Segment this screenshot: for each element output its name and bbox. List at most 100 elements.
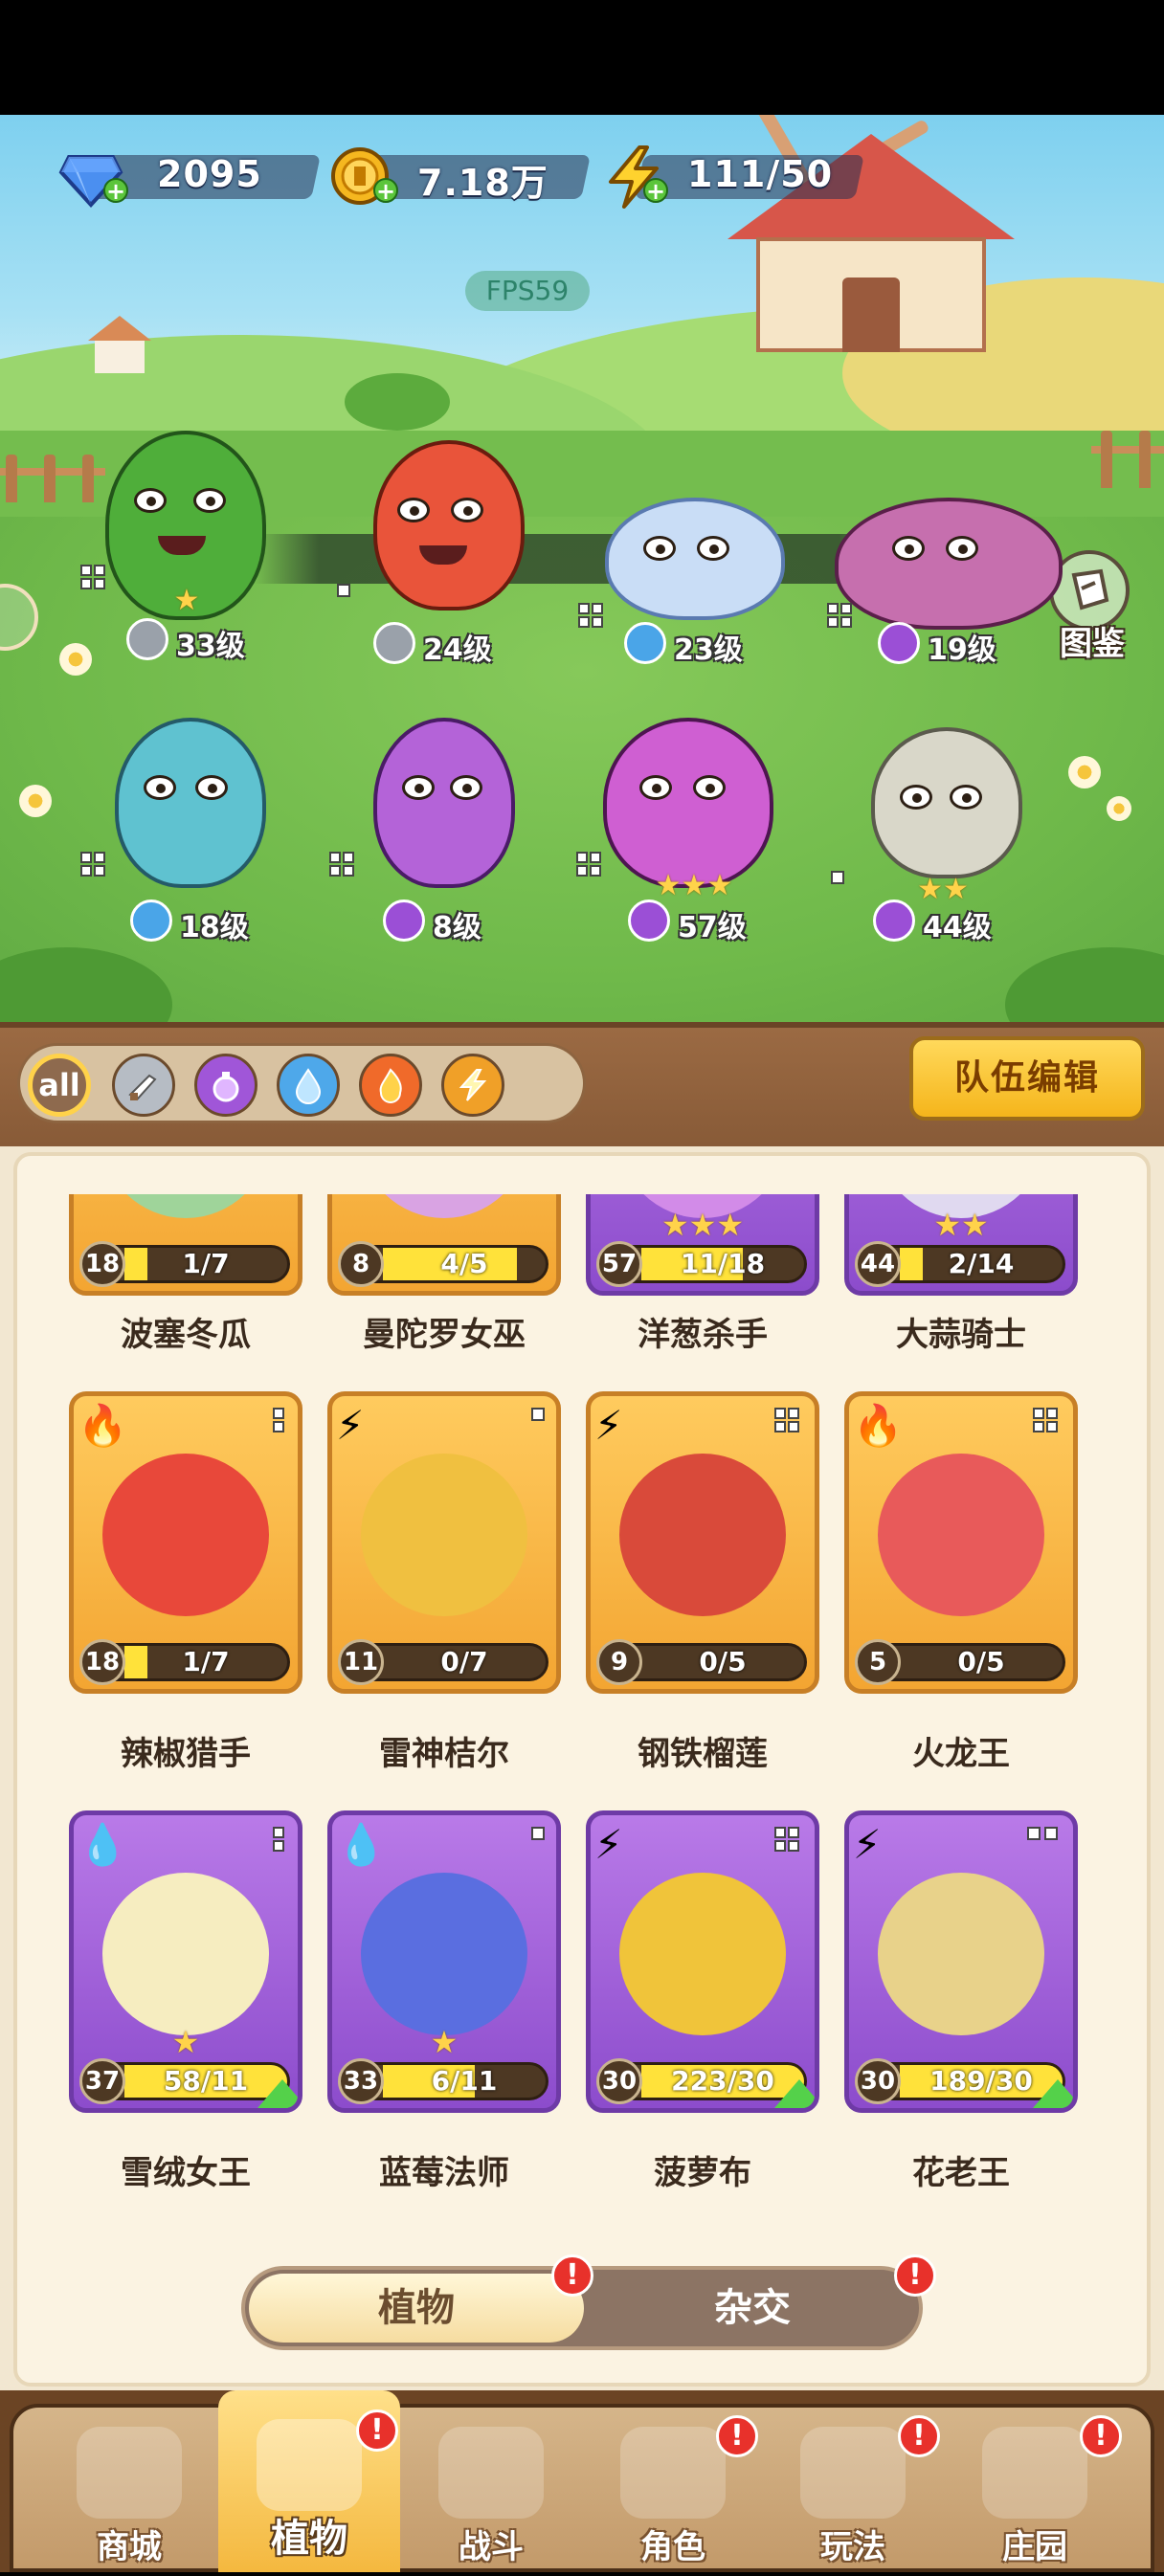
character-icon	[620, 2427, 726, 2519]
alert-badge: !	[551, 2254, 593, 2297]
bottom-navigation: 商城 植物 战斗 角色 玩法 庄园 ! ! ! !	[0, 2390, 1164, 2572]
plant-card[interactable]: ⚡ 0/5 9	[586, 1391, 819, 1694]
sword-element-icon	[373, 622, 415, 664]
manor-icon	[982, 2427, 1087, 2519]
card-name: 大蒜骑士	[896, 1316, 1026, 1354]
plant-card[interactable]: 4/5 8	[327, 1194, 561, 1296]
slot-double-icon	[1027, 1827, 1062, 1840]
plant-card[interactable]: 🔥 1/7 18	[69, 1391, 302, 1694]
slot-double-icon	[273, 1408, 286, 1436]
bush	[345, 373, 450, 431]
atlas-label: 图鉴	[1060, 625, 1125, 663]
nav-battle[interactable]: 战斗	[400, 2413, 582, 2576]
plant-card[interactable]: 💧 ★ 58/11 37	[69, 1810, 302, 2113]
plant-card[interactable]: ⚡ 223/30 30	[586, 1810, 819, 2113]
alert-badge: !	[894, 2254, 936, 2297]
hero-stars: ★★★	[655, 869, 733, 902]
fire-icon: 🔥	[78, 1402, 128, 1449]
card-name: 蓝莓法师	[379, 2154, 509, 2192]
status-bar	[0, 0, 1164, 115]
filter-lightning-button[interactable]	[441, 1054, 504, 1117]
coin-count: 7.18万	[417, 162, 548, 204]
fire-icon	[379, 1068, 402, 1103]
slot-grid-icon	[1033, 1408, 1062, 1436]
filter-water-button[interactable]	[277, 1054, 340, 1117]
upgrade-arrow-icon[interactable]	[1033, 2079, 1073, 2108]
upgrade-arrow-icon[interactable]	[257, 2079, 298, 2108]
add-energy-icon[interactable]: +	[643, 178, 668, 203]
team-hero-1[interactable]: ★ 33级	[77, 431, 287, 718]
sword-element-icon	[126, 618, 168, 660]
element-filter-group: all	[17, 1043, 586, 1123]
filter-sword-button[interactable]	[112, 1054, 175, 1117]
poison-element-icon	[878, 622, 920, 664]
plant-card[interactable]: 💧 ★ 6/11 33	[327, 1810, 561, 2113]
card-name: 钢铁榴莲	[638, 1735, 768, 1773]
water-element-icon	[624, 622, 666, 664]
plant-card[interactable]: ★★★ 11/18 57	[586, 1194, 819, 1296]
upgrade-arrow-icon[interactable]	[774, 2079, 815, 2108]
gem-count: 2095	[157, 153, 262, 195]
poison-element-icon	[383, 899, 425, 942]
alert-badge: !	[716, 2415, 758, 2457]
team-hero-7[interactable]: ★★★ 57级	[574, 718, 785, 1005]
flower-decoration	[1107, 796, 1131, 821]
slot-grid-icon	[827, 603, 856, 632]
fence	[1091, 431, 1164, 488]
slot-grid-icon	[80, 565, 109, 593]
small-house	[88, 316, 151, 373]
sword-icon	[128, 1074, 157, 1100]
slot-single-icon	[531, 1408, 545, 1421]
hero-stars: ★★	[917, 873, 969, 906]
card-name: 菠萝布	[654, 2154, 751, 2192]
team-scene: + 2095 + 7.18万 + 111/50 FPS59 图鉴 ★ 33级 2…	[0, 115, 1164, 1024]
plant-card[interactable]: ⚡ 189/30 30	[844, 1810, 1078, 2113]
plant-card[interactable]: 🔥 0/5 5	[844, 1391, 1078, 1694]
plant-card[interactable]: ★★ 2/14 44	[844, 1194, 1078, 1296]
team-hero-6[interactable]: 8级	[329, 718, 546, 1005]
coin-counter[interactable]: + 7.18万	[327, 144, 591, 205]
plant-card[interactable]: 1/7 18	[69, 1194, 302, 1296]
slot-double-icon	[273, 1827, 286, 1855]
add-gems-icon[interactable]: +	[103, 178, 128, 203]
lightning-icon: ⚡	[594, 1821, 623, 1868]
potion-icon	[213, 1072, 239, 1102]
lightning-icon: ⚡	[336, 1402, 365, 1449]
lightning-icon: ⚡	[594, 1402, 623, 1449]
team-hero-8[interactable]: ★★ 44级	[831, 727, 1043, 1014]
tab-hybrid[interactable]: 杂交	[590, 2274, 915, 2343]
lightning-icon: ⚡	[853, 1821, 882, 1868]
slot-grid-icon	[578, 603, 607, 632]
card-name: 洋葱杀手	[638, 1316, 768, 1354]
team-edit-button[interactable]: 队伍编辑	[909, 1036, 1145, 1121]
filter-fire-button[interactable]	[359, 1054, 422, 1117]
card-name: 花老王	[912, 2154, 1010, 2192]
slot-grid-icon	[774, 1827, 803, 1855]
nav-shop[interactable]: 商城	[38, 2413, 220, 2576]
alert-badge: !	[1080, 2415, 1122, 2457]
add-coins-icon[interactable]: +	[373, 178, 398, 203]
energy-counter[interactable]: + 111/50	[601, 144, 864, 209]
gem-counter[interactable]: + 2095	[57, 144, 321, 208]
slot-grid-icon	[576, 852, 605, 880]
alert-badge: !	[898, 2415, 940, 2457]
battle-icon	[438, 2427, 544, 2519]
slot-single-icon	[531, 1827, 545, 1840]
shop-icon	[77, 2427, 182, 2519]
slot-single-icon	[831, 871, 844, 884]
poison-element-icon	[628, 899, 670, 942]
filter-all-button[interactable]: all	[28, 1054, 91, 1117]
lightning-icon	[459, 1069, 487, 1101]
team-hero-2[interactable]: 24级	[337, 440, 555, 727]
tab-plants[interactable]: 植物	[249, 2274, 584, 2343]
card-name: 雷神桔尔	[379, 1735, 509, 1773]
team-hero-5[interactable]: 18级	[77, 718, 287, 1005]
card-name: 雪绒女王	[121, 2154, 251, 2192]
fps-indicator: FPS59	[465, 271, 590, 311]
plants-icon	[257, 2419, 362, 2511]
flower-decoration	[19, 785, 52, 817]
plant-card[interactable]: ⚡ 0/7 11	[327, 1391, 561, 1694]
slot-grid-icon	[329, 852, 358, 880]
card-name: 辣椒猎手	[121, 1735, 251, 1773]
filter-poison-button[interactable]	[194, 1054, 257, 1117]
